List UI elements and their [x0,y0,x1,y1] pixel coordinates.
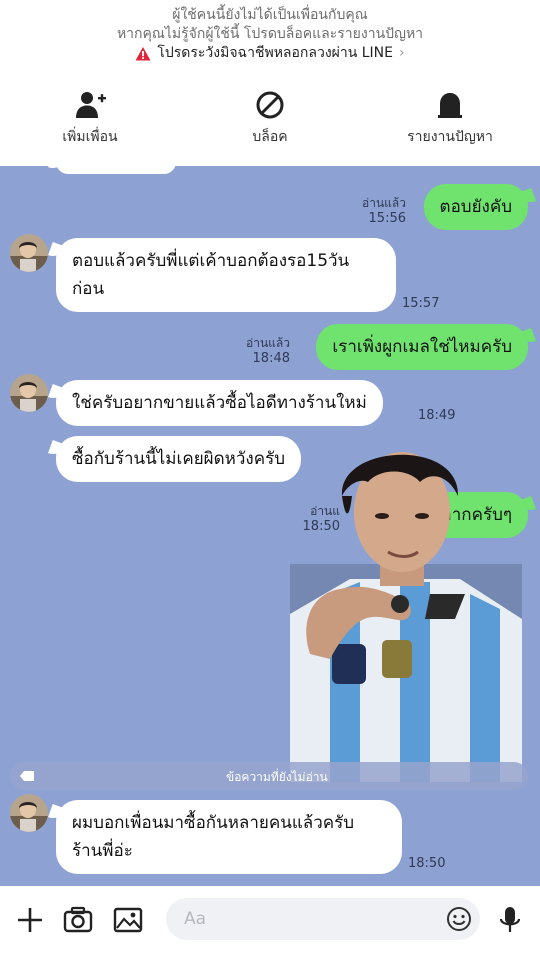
message-bubble-incoming[interactable]: ซื้อกับร้านนี้ไม่เคยผิดหวังครับ [56,436,301,482]
message-bubble-incoming[interactable]: ผมบอกเพื่อนมาซื้อกันหลายคนแล้วครับ ร้านพ… [56,800,402,874]
unread-label: ข้อความที่ยังไม่อ่าน [226,770,328,784]
contact-avatar[interactable] [10,374,48,412]
report-label: รายงานปัญหา [407,129,493,145]
report-button[interactable]: รายงานปัญหา [360,90,540,148]
chat-header: ผู้ใช้คนนี้ยังไม่ได้เป็นเพื่อนกับคุณ หาก… [0,0,540,166]
plus-icon[interactable] [14,904,46,936]
message-text: ใช่ครับอยากขายแล้วซื้อไอดีทางร้านใหม่ [72,393,367,413]
read-status: อ่านแล้ว 15:56 [362,196,406,226]
block-icon [256,91,284,119]
message-time: 15:57 [402,296,440,311]
message-text: เราเพิ่งผูกเมลใช่ไหมครับ [332,337,512,357]
unread-messages-divider: ข้อความที่ยังไม่อ่าน [10,762,528,790]
message-bubble-partial [56,150,176,174]
contact-avatar[interactable] [10,234,48,272]
message-bubble-outgoing[interactable]: ตอบยังคับ [423,184,528,230]
block-label: บล็อค [252,129,288,145]
camera-icon[interactable] [62,904,94,936]
message-input-bar [0,886,540,960]
message-input[interactable] [166,898,426,940]
message-text-line-1: ผมบอกเพื่อนมาซื้อกันหลายคนแล้วครับ [72,813,355,833]
message-bubble-outgoing[interactable]: เราเพิ่งผูกเมลใช่ไหมครับ [316,324,528,370]
notice-line-2: หากคุณไม่รู้จักผู้ใช้นี้ โปรดบล็อคและราย… [116,26,424,42]
message-bubble-incoming[interactable]: ใช่ครับอยากขายแล้วซื้อไอดีทางร้านใหม่ [56,380,383,426]
add-friend-icon [76,92,106,118]
notice-line-1: ผู้ใช้คนนี้ยังไม่ได้เป็นเพื่อนกับคุณ [172,7,368,23]
emoji-icon[interactable] [446,906,472,932]
chevron-right-icon: › [399,45,405,61]
image-icon[interactable] [112,904,144,936]
block-button[interactable]: บล็อค [180,90,360,148]
message-text: ตอบยังคับ [439,197,512,217]
warning-icon [135,46,151,60]
message-bubble-incoming[interactable]: ตอบแล้วครับพี่แต่เค้าบอกต้องรอ15วัน ก่อน [56,238,396,312]
message-text-line-2: ก่อน [72,279,105,299]
warning-text: โปรดระวังมิจฉาชีพหลอกลวงผ่าน LINE [157,45,393,61]
scam-warning-link[interactable]: โปรดระวังมิจฉาชีพหลอกลวงผ่าน LINE › [0,44,540,63]
tag-icon [20,771,34,781]
chat-area[interactable]: อ่านแล้ว 15:56 ตอบยังคับ ตอบแล้วครับพี่แ… [0,150,540,886]
message-text: ซื้อกับร้านนี้ไม่เคยผิดหวังครับ [72,449,285,469]
person-photo-overlay [290,452,522,782]
microphone-icon[interactable] [494,904,526,936]
stranger-notice: ผู้ใช้คนนี้ยังไม่ได้เป็นเพื่อนกับคุณ หาก… [0,0,540,63]
message-time: 15:56 [368,211,406,226]
report-icon [438,93,462,118]
message-time: 18:48 [252,351,290,366]
contact-avatar[interactable] [10,794,48,832]
header-actions: เพิ่มเพื่อน บล็อค รายงานปัญหา [0,90,540,148]
read-status: อ่านแล้ว 18:48 [246,336,290,366]
message-time: 18:50 [408,856,446,871]
add-friend-button[interactable]: เพิ่มเพื่อน [0,90,180,148]
add-friend-label: เพิ่มเพื่อน [62,129,118,145]
message-input-wrapper [166,898,480,940]
message-text-line-1: ตอบแล้วครับพี่แต่เค้าบอกต้องรอ15วัน [72,251,350,271]
message-time: 18:49 [418,408,456,423]
message-text-line-2: ร้านพี่อ่ะ [72,841,133,861]
